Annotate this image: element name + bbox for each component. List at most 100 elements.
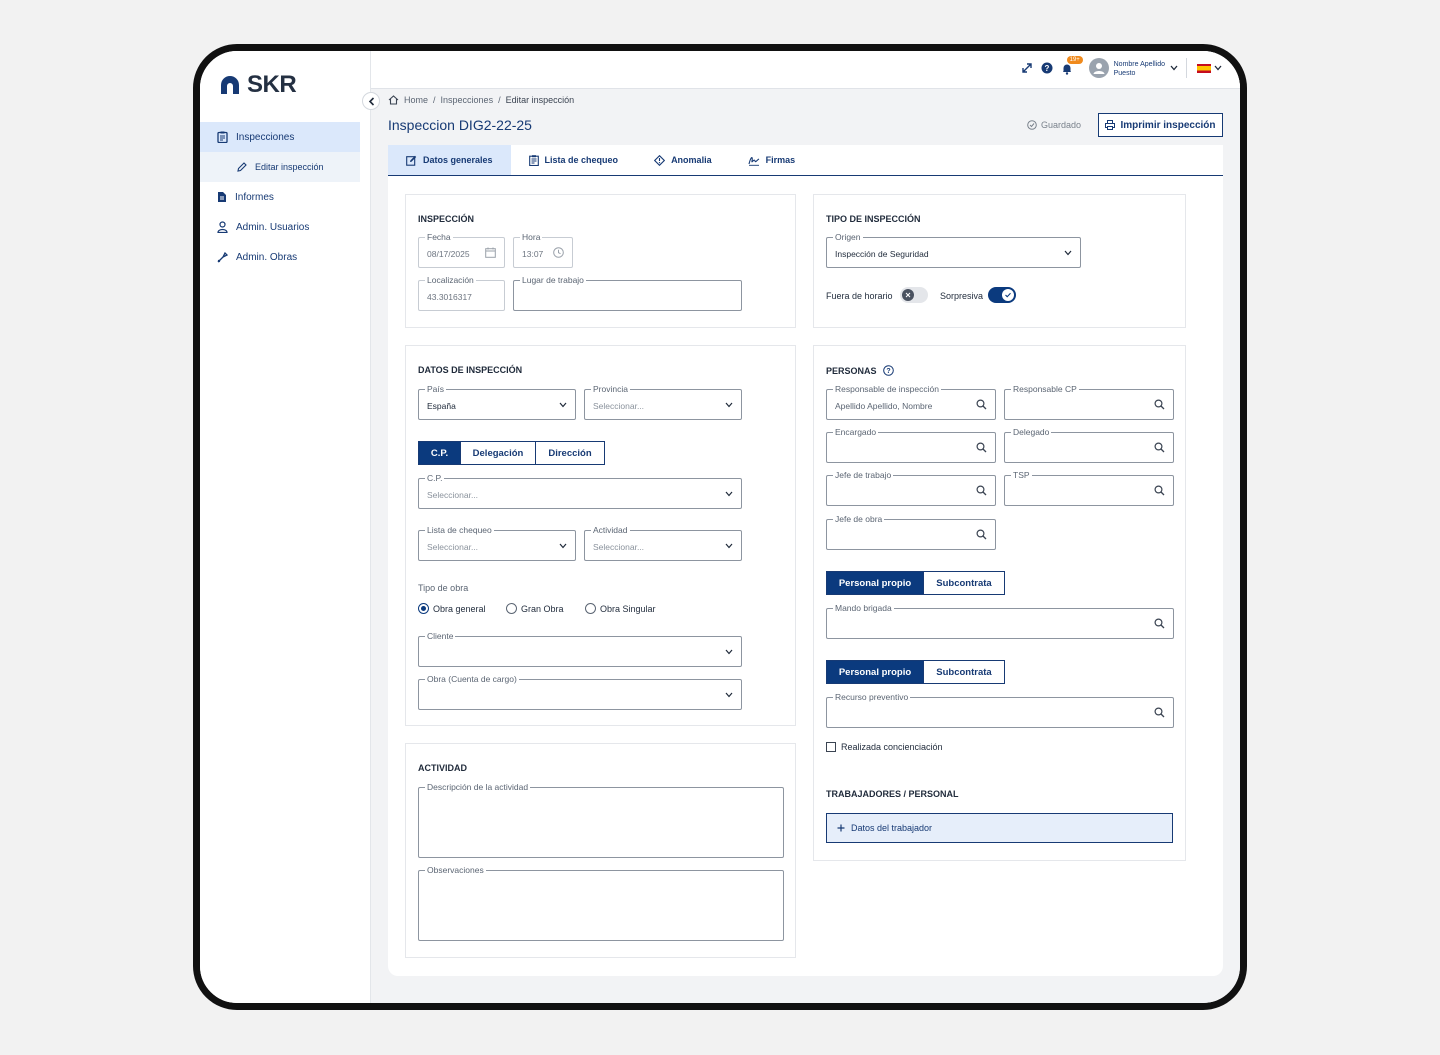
jefe-trabajo-field[interactable]: Jefe de trabajo — [826, 470, 996, 506]
radio-obra-singular[interactable]: Obra Singular — [585, 603, 656, 614]
radio-dot — [418, 603, 429, 614]
user-menu[interactable]: Nombre Apellido Puesto — [1088, 58, 1178, 78]
saved-label: Guardado — [1041, 120, 1082, 130]
expand-icon[interactable] — [1021, 62, 1033, 74]
sidebar-item-informes[interactable]: Informes — [200, 182, 360, 212]
obra-select[interactable]: Obra (Cuenta de cargo) — [418, 674, 742, 710]
segment-delegacion[interactable]: Delegación — [461, 441, 536, 465]
field-value: Apellido Apellido, Nombre — [835, 401, 933, 411]
add-worker-button[interactable]: Datos del trabajador — [826, 813, 1173, 843]
search-icon[interactable] — [976, 442, 987, 453]
search-icon[interactable] — [1154, 399, 1165, 410]
check-circle-icon — [1027, 120, 1037, 130]
search-icon[interactable] — [976, 485, 987, 496]
descripcion-textarea[interactable]: Descripción de la actividad — [418, 782, 784, 858]
search-icon[interactable] — [1154, 618, 1165, 629]
notifications-button[interactable]: 19+ — [1061, 56, 1083, 75]
personas-title: PERSONAS ? — [826, 365, 894, 376]
chevron-down-icon — [559, 543, 567, 549]
search-icon[interactable] — [1154, 707, 1165, 718]
personal-segment-mando: Personal propio Subcontrata — [826, 571, 1005, 595]
tab-firmas[interactable]: Firmas — [730, 145, 814, 175]
origen-select[interactable]: Origen Inspección de Seguridad — [826, 232, 1081, 268]
mando-brigada-field[interactable]: Mando brigada — [826, 603, 1174, 639]
field-label: Hora — [520, 232, 543, 243]
responsable-cp-field[interactable]: Responsable CP — [1004, 384, 1174, 420]
chevron-left-icon — [368, 96, 374, 106]
cp-select[interactable]: C.P. Seleccionar... — [418, 473, 742, 509]
chevron-down-icon — [725, 692, 733, 698]
lista-chequeo-select[interactable]: Lista de chequeo Seleccionar... — [418, 525, 576, 561]
field-label: Recurso preventivo — [833, 692, 911, 703]
tsp-field[interactable]: TSP — [1004, 470, 1174, 506]
segment-personal-propio[interactable]: Personal propio — [826, 571, 924, 595]
provincia-select[interactable]: Provincia Seleccionar... — [584, 384, 742, 420]
responsable-inspeccion-field[interactable]: Responsable de inspección Apellido Apell… — [826, 384, 996, 420]
breadcrumb-separator: / — [433, 95, 436, 105]
sidebar-item-admin-obras[interactable]: Admin. Obras — [200, 242, 360, 272]
help-icon[interactable]: ? — [1041, 62, 1053, 74]
search-icon[interactable] — [976, 529, 987, 540]
breadcrumb-current: Editar inspección — [505, 95, 575, 105]
field-label: Delegado — [1011, 427, 1052, 438]
segment-subcontrata[interactable]: Subcontrata — [924, 571, 1005, 595]
breadcrumb-home[interactable]: Home — [404, 95, 428, 105]
search-icon[interactable] — [1154, 442, 1165, 453]
collapse-sidebar-button[interactable] — [362, 92, 380, 110]
field-label: Localización — [425, 275, 476, 286]
print-inspection-button[interactable]: Imprimir inspección — [1098, 113, 1223, 137]
localizacion-field[interactable]: Localización 43.3016317 — [418, 275, 505, 311]
delegado-field[interactable]: Delegado — [1004, 427, 1174, 463]
cliente-select[interactable]: Cliente — [418, 631, 742, 667]
radio-obra-general[interactable]: Obra general — [418, 603, 486, 614]
fuera-horario-label: Fuera de horario — [826, 291, 893, 301]
tab-datos-generales[interactable]: Datos generales — [388, 145, 511, 175]
observaciones-textarea[interactable]: Observaciones — [418, 865, 784, 941]
actividad-select[interactable]: Actividad Seleccionar... — [584, 525, 742, 561]
segment-subcontrata[interactable]: Subcontrata — [924, 660, 1005, 684]
fecha-field[interactable]: Fecha 08/17/2025 — [418, 232, 505, 268]
segment-cp[interactable]: C.P. — [418, 441, 461, 465]
sidebar-item-editar-inspeccion[interactable]: Editar inspección — [200, 152, 360, 182]
segment-direccion[interactable]: Dirección — [536, 441, 605, 465]
clock-icon[interactable] — [553, 247, 564, 258]
tab-lista-de-chequeo[interactable]: Lista de chequeo — [511, 145, 637, 175]
jefe-obra-field[interactable]: Jefe de obra — [826, 514, 996, 550]
field-label: Actividad — [591, 525, 630, 536]
radio-gran-obra[interactable]: Gran Obra — [506, 603, 564, 614]
recurso-preventivo-field[interactable]: Recurso preventivo — [826, 692, 1174, 728]
section-title: INSPECCIÓN — [418, 214, 475, 224]
search-icon[interactable] — [1154, 485, 1165, 496]
main-area: ? 19+ Nombre Apellido Puesto Home / Insp… — [371, 51, 1240, 1003]
fuera-horario-toggle[interactable] — [900, 287, 928, 303]
sidebar-item-admin-usuarios[interactable]: Admin. Usuarios — [200, 212, 360, 242]
clipboard-icon — [217, 131, 228, 143]
lugar-trabajo-field[interactable]: Lugar de trabajo — [513, 275, 742, 311]
chevron-down-icon — [1064, 250, 1072, 256]
language-selector[interactable] — [1186, 58, 1222, 78]
search-icon[interactable] — [976, 399, 987, 410]
field-label: Obra (Cuenta de cargo) — [425, 674, 519, 685]
field-label: Descripción de la actividad — [425, 782, 531, 793]
breadcrumb-inspecciones[interactable]: Inspecciones — [441, 95, 494, 105]
chevron-down-icon — [725, 543, 733, 549]
section-title: TIPO DE INSPECCIÓN — [826, 214, 921, 224]
pais-select[interactable]: País España — [418, 384, 576, 420]
sidebar-item-inspecciones[interactable]: Inspecciones — [200, 122, 360, 152]
field-label: TSP — [1011, 470, 1032, 481]
sorpresiva-toggle[interactable] — [988, 287, 1016, 303]
tab-anomalia[interactable]: Anomalia — [636, 145, 730, 175]
help-circle-icon[interactable]: ? — [882, 365, 894, 376]
chevron-down-icon — [559, 402, 567, 408]
add-worker-label: Datos del trabajador — [851, 823, 933, 833]
segment-personal-propio[interactable]: Personal propio — [826, 660, 924, 684]
calendar-icon[interactable] — [485, 247, 496, 258]
concienciacion-checkbox[interactable]: Realizada concienciación — [826, 742, 943, 752]
bell-icon — [1062, 64, 1071, 75]
home-icon[interactable] — [388, 95, 399, 105]
encargado-field[interactable]: Encargado — [826, 427, 996, 463]
signature-icon — [748, 156, 759, 166]
hora-field[interactable]: Hora 13:07 — [513, 232, 573, 268]
logo[interactable]: SKR — [219, 71, 297, 99]
field-placeholder: Seleccionar... — [593, 401, 645, 411]
